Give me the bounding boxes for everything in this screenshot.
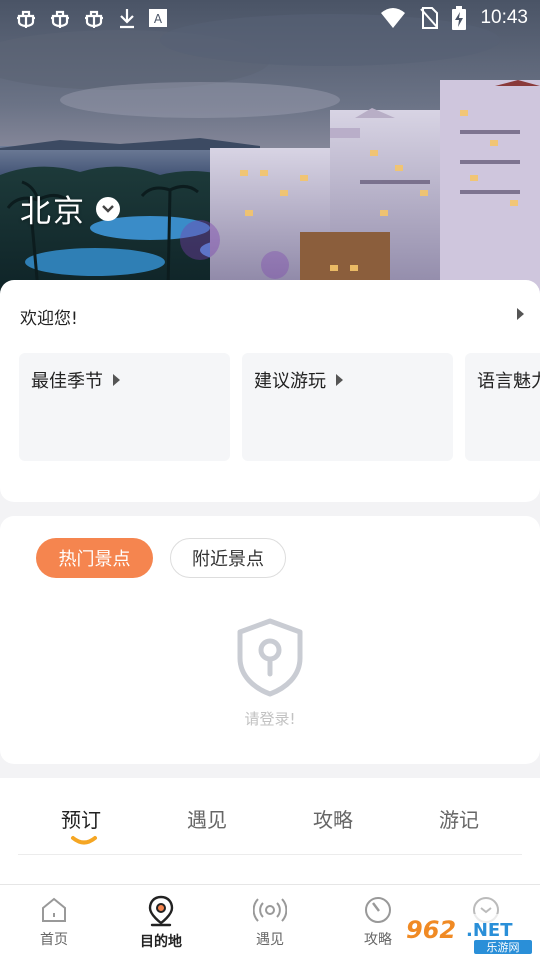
greeting-text[interactable]: 欢迎您!: [20, 304, 78, 329]
content-tabs: 预订 遇见 攻略 游记: [0, 778, 540, 884]
feature-card-suggested-play[interactable]: 建议游玩: [242, 353, 453, 461]
nav-home[interactable]: 首页: [14, 895, 94, 949]
welcome-card: 欢迎您! 最佳季节 建议游玩 语言魅力: [0, 280, 540, 502]
shield-lock-icon: [237, 618, 303, 697]
triangle-right-icon: [336, 374, 343, 386]
bug-icon: [85, 10, 103, 28]
feature-label: 最佳季节: [31, 371, 103, 392]
svg-text:A: A: [154, 12, 163, 26]
compass-icon: [365, 897, 391, 923]
no-sim-icon: [420, 7, 439, 29]
feature-label: 语言魅力: [477, 371, 540, 392]
resort-photo: [0, 0, 540, 300]
svg-text:乐游网: 乐游网: [487, 941, 520, 954]
feature-card-best-season[interactable]: 最佳季节: [19, 353, 230, 461]
bug-icon: [51, 10, 69, 28]
svg-text:962: 962: [406, 916, 456, 944]
battery-charging-icon: [452, 6, 467, 30]
city-selector[interactable]: 北京: [20, 186, 120, 231]
nav-meet[interactable]: 遇见: [230, 895, 310, 949]
triangle-right-icon[interactable]: [516, 308, 524, 320]
tab-meet[interactable]: 遇见: [157, 804, 257, 833]
font-a-icon: A: [149, 9, 167, 27]
chevron-down-icon: [96, 196, 120, 221]
status-time: 10:43: [480, 7, 528, 28]
nav-label: 攻略: [364, 932, 392, 948]
tab-hot-spots[interactable]: 热门景点: [36, 538, 153, 578]
spots-card: 热门景点 附近景点 请登录!: [0, 516, 540, 764]
download-icon: [120, 9, 134, 29]
login-prompt[interactable]: 请登录!: [0, 708, 540, 729]
triangle-right-icon: [113, 374, 120, 386]
location-pin-icon: [148, 895, 174, 927]
site-watermark-logo: 962 .NET 乐游网: [402, 914, 536, 954]
tab-nearby-spots[interactable]: 附近景点: [170, 538, 286, 578]
svg-text:.NET: .NET: [466, 920, 513, 941]
broadcast-icon: [253, 898, 287, 922]
city-name: 北京: [20, 194, 86, 230]
nav-label: 首页: [40, 932, 68, 948]
bug-icon: [17, 10, 35, 28]
home-icon: [42, 897, 66, 922]
nav-label: 遇见: [256, 932, 284, 948]
feature-label: 建议游玩: [254, 371, 326, 392]
hero-banner: A 10:43 北京: [0, 0, 540, 300]
nav-destination[interactable]: 目的地: [121, 895, 201, 951]
tab-booking[interactable]: 预订: [31, 804, 131, 833]
tab-travelogue[interactable]: 游记: [409, 804, 509, 833]
wifi-icon: [381, 8, 406, 28]
status-bar: A 10:43: [0, 0, 540, 38]
divider: [18, 854, 522, 855]
active-tab-indicator: [71, 836, 97, 845]
feature-card-language[interactable]: 语言魅力: [465, 353, 540, 461]
tab-guides[interactable]: 攻略: [283, 804, 383, 833]
nav-label: 目的地: [140, 934, 182, 950]
